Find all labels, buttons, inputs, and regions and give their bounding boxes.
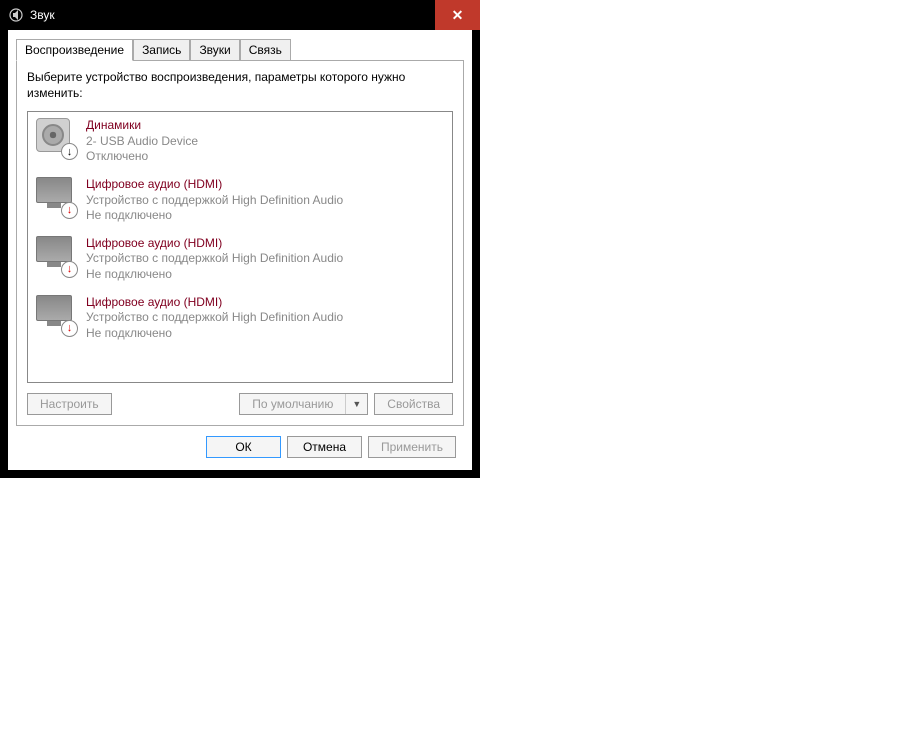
device-list[interactable]: ↓ Динамики 2- USB Audio Device Отключено… — [27, 111, 453, 383]
sound-dialog-window: Звук ✕ Воспроизведение Запись Звуки Связ… — [0, 0, 480, 478]
sound-app-icon — [8, 7, 24, 23]
set-default-button[interactable]: По умолчанию — [240, 394, 346, 414]
unplugged-badge-icon: ↓ — [61, 202, 78, 219]
tab-communications[interactable]: Связь — [240, 39, 291, 60]
device-subtitle: Устройство с поддержкой High Definition … — [86, 310, 343, 326]
dialog-body: Воспроизведение Запись Звуки Связь Выбер… — [8, 30, 472, 470]
device-status: Не подключено — [86, 267, 343, 283]
device-name: Цифровое аудио (HDMI) — [86, 295, 343, 311]
device-subtitle: Устройство с поддержкой High Definition … — [86, 193, 343, 209]
speaker-icon: ↓ — [36, 118, 76, 158]
device-subtitle: Устройство с поддержкой High Definition … — [86, 251, 343, 267]
device-item-speakers[interactable]: ↓ Динамики 2- USB Audio Device Отключено — [28, 112, 452, 171]
tab-recording[interactable]: Запись — [133, 39, 190, 60]
device-item-hdmi-2[interactable]: ↓ Цифровое аудио (HDMI) Устройство с под… — [28, 230, 452, 289]
cancel-button[interactable]: Отмена — [287, 436, 362, 458]
device-item-hdmi-1[interactable]: ↓ Цифровое аудио (HDMI) Устройство с под… — [28, 171, 452, 230]
close-icon: ✕ — [452, 7, 464, 24]
tab-strip: Воспроизведение Запись Звуки Связь — [16, 39, 464, 61]
set-default-dropdown[interactable]: ▼ — [346, 394, 367, 414]
tab-content: Выберите устройство воспроизведения, пар… — [16, 60, 464, 426]
device-status: Отключено — [86, 149, 198, 165]
device-button-row: Настроить По умолчанию ▼ Свойства — [27, 393, 453, 415]
unplugged-badge-icon: ↓ — [61, 261, 78, 278]
disabled-badge-icon: ↓ — [61, 143, 78, 160]
device-subtitle: 2- USB Audio Device — [86, 134, 198, 150]
device-name: Динамики — [86, 118, 198, 134]
set-default-split-button[interactable]: По умолчанию ▼ — [239, 393, 368, 415]
tab-playback[interactable]: Воспроизведение — [16, 39, 133, 61]
window-title: Звук — [30, 8, 55, 22]
properties-button[interactable]: Свойства — [374, 393, 453, 415]
device-status: Не подключено — [86, 208, 343, 224]
unplugged-badge-icon: ↓ — [61, 320, 78, 337]
tab-sounds[interactable]: Звуки — [190, 39, 239, 60]
monitor-icon: ↓ — [36, 177, 76, 217]
chevron-down-icon: ▼ — [352, 399, 361, 409]
dialog-button-row: ОК Отмена Применить — [16, 426, 464, 462]
device-name: Цифровое аудио (HDMI) — [86, 236, 343, 252]
close-button[interactable]: ✕ — [435, 0, 480, 30]
device-name: Цифровое аудио (HDMI) — [86, 177, 343, 193]
device-status: Не подключено — [86, 326, 343, 342]
instruction-text: Выберите устройство воспроизведения, пар… — [27, 70, 453, 101]
apply-button[interactable]: Применить — [368, 436, 456, 458]
monitor-icon: ↓ — [36, 295, 76, 335]
titlebar[interactable]: Звук ✕ — [0, 0, 480, 30]
monitor-icon: ↓ — [36, 236, 76, 276]
configure-button[interactable]: Настроить — [27, 393, 112, 415]
ok-button[interactable]: ОК — [206, 436, 281, 458]
device-item-hdmi-3[interactable]: ↓ Цифровое аудио (HDMI) Устройство с под… — [28, 289, 452, 348]
